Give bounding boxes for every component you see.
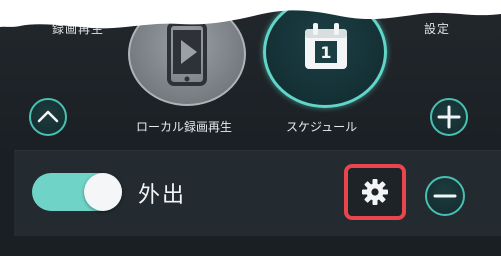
remove-schedule-button[interactable]: [425, 176, 465, 216]
torn-edge: [0, 0, 501, 29]
chevron-up-icon: [37, 110, 59, 123]
row-left-gutter: [0, 150, 14, 256]
schedule-screen: 録画再生 設定 ローカル録画再生 1 スケジュール 外出: [0, 0, 501, 266]
schedule-label: スケジュール: [286, 120, 358, 134]
schedule-toggle[interactable]: [32, 173, 122, 211]
bottom-edge: [0, 256, 501, 266]
schedule-settings-button[interactable]: [344, 164, 406, 220]
schedule-row-label: 外出: [138, 183, 187, 208]
bottom-band: [14, 236, 501, 256]
toggle-knob: [84, 173, 122, 211]
calendar-date: 1: [320, 43, 331, 62]
add-schedule-button[interactable]: [430, 98, 468, 136]
plus-icon: [437, 105, 461, 129]
gear-icon: [362, 179, 388, 205]
minus-icon: [433, 194, 457, 198]
scroll-up-button[interactable]: [29, 98, 67, 136]
local-playback-label: ローカル録画再生: [136, 120, 233, 134]
